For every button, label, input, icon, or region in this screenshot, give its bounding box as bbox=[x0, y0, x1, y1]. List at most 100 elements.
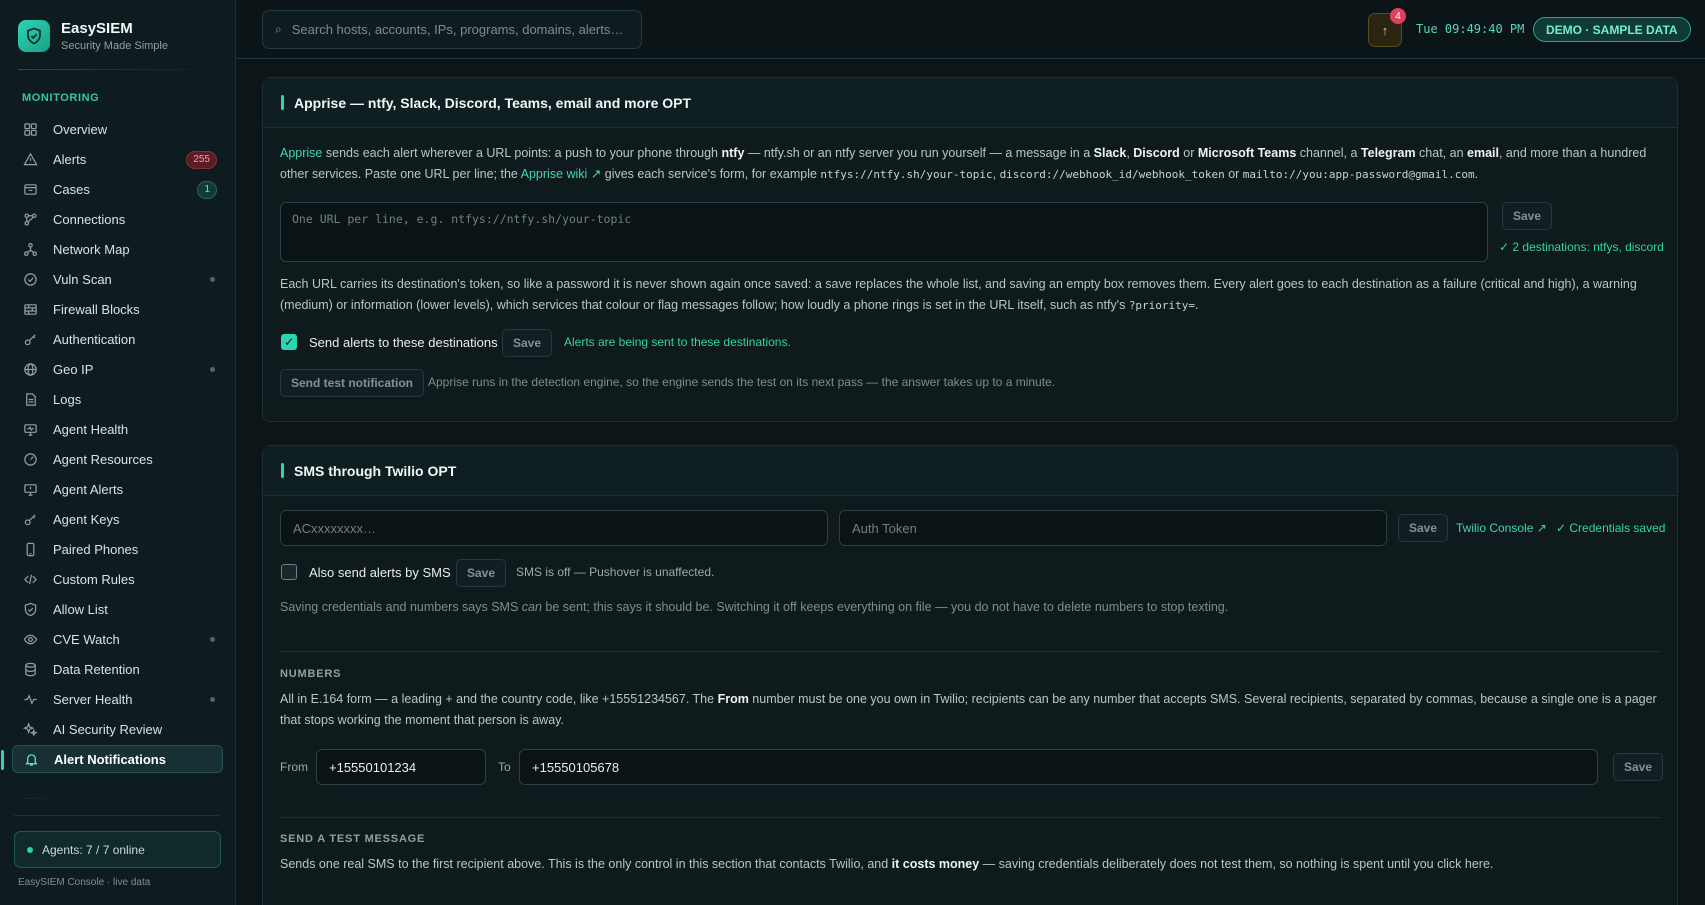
sidebar-item-connections[interactable]: Connections bbox=[12, 205, 223, 233]
sms-status: SMS is off — Pushover is unaffected. bbox=[516, 565, 715, 579]
credentials-save-button[interactable]: Save bbox=[1398, 514, 1449, 542]
sidebar-item-agent-alerts[interactable]: Agent Alerts bbox=[12, 475, 223, 503]
sidebar-item-firewall-blocks[interactable]: Firewall Blocks bbox=[12, 295, 223, 323]
sidebar-item-label: Agent Health bbox=[53, 421, 129, 437]
code-example: discord://webhook_id/webhook_token bbox=[999, 168, 1225, 181]
search-icon: ⌕ bbox=[275, 22, 282, 36]
text: . bbox=[1195, 298, 1199, 312]
sidebar-item-paired-phones[interactable]: Paired Phones bbox=[12, 535, 223, 563]
section-divider bbox=[280, 651, 1660, 652]
sidebar-item-alerts[interactable]: Alerts 255 bbox=[12, 145, 223, 173]
search-input[interactable]: ⌕ Search hosts, accounts, IPs, programs,… bbox=[262, 10, 642, 49]
sparkle-icon bbox=[22, 721, 39, 738]
send-alerts-label: Send alerts to these destinations bbox=[309, 335, 498, 350]
sidebar-item-custom-rules[interactable]: Custom Rules bbox=[12, 565, 223, 593]
send-alerts-save-button[interactable]: Save bbox=[502, 329, 553, 357]
nav-section-label: MONITORING bbox=[22, 92, 100, 104]
text: Telegram bbox=[1360, 146, 1416, 160]
document-icon bbox=[22, 391, 39, 408]
sidebar-item-logs[interactable]: Logs bbox=[12, 385, 223, 413]
text: or bbox=[1224, 167, 1243, 181]
send-alerts-checkbox[interactable]: ✓ bbox=[281, 334, 297, 350]
sidebar-item-label: Authentication bbox=[53, 331, 136, 347]
credentials-status: ✓ Credentials saved bbox=[1556, 521, 1666, 535]
demo-badge[interactable]: DEMO · SAMPLE DATA bbox=[1533, 17, 1691, 42]
twilio-header: SMS through Twilio OPT bbox=[263, 446, 1677, 496]
sidebar-item-label: Geo IP bbox=[53, 361, 94, 377]
text: — saving credentials deliberately does n… bbox=[979, 857, 1494, 871]
sidebar-item-cve-watch[interactable]: CVE Watch bbox=[12, 625, 223, 653]
sidebar-item-label: Overview bbox=[53, 121, 108, 137]
sidebar-item-label: Connections bbox=[53, 211, 126, 227]
phone-icon bbox=[22, 541, 39, 558]
text: Slack bbox=[1093, 146, 1127, 160]
apprise-link[interactable]: Apprise bbox=[280, 146, 322, 160]
section-divider bbox=[280, 817, 1660, 818]
text: Sends one real SMS to the first recipien… bbox=[280, 857, 892, 871]
text: From bbox=[717, 692, 749, 706]
account-sid-input[interactable]: ACxxxxxxxx… bbox=[280, 510, 828, 546]
agents-status-box[interactable]: Agents: 7 / 7 online bbox=[14, 831, 221, 868]
agents-status-text: Agents: 7 / 7 online bbox=[42, 842, 145, 857]
auth-token-input[interactable]: Auth Token bbox=[839, 510, 1387, 546]
sidebar-item-label: Alert Notifications bbox=[54, 751, 166, 767]
from-number-input[interactable]: +15550101234 bbox=[316, 749, 486, 785]
apprise-wiki-link[interactable]: Apprise wiki ↗ bbox=[521, 167, 602, 181]
numbers-save-button[interactable]: Save bbox=[1613, 753, 1664, 781]
textarea-placeholder: One URL per line, e.g. ntfys://ntfy.sh/y… bbox=[292, 212, 632, 226]
monitor-alert-icon bbox=[22, 481, 39, 498]
sidebar-item-ai-security-review[interactable]: AI Security Review bbox=[12, 715, 223, 743]
search-placeholder: Search hosts, accounts, IPs, programs, d… bbox=[291, 22, 624, 37]
sidebar-item-allow-list[interactable]: Allow List bbox=[12, 595, 223, 623]
sidebar-item-agent-keys[interactable]: Agent Keys bbox=[12, 505, 223, 533]
brand-divider bbox=[18, 69, 218, 70]
apprise-urls-textarea[interactable]: One URL per line, e.g. ntfys://ntfy.sh/y… bbox=[280, 202, 1488, 262]
text: be sent; this says it should be. Switchi… bbox=[541, 600, 1229, 614]
text: . bbox=[1474, 167, 1479, 181]
shield-icon bbox=[22, 601, 39, 618]
sidebar-item-network-map[interactable]: Network Map bbox=[12, 235, 223, 263]
database-icon bbox=[22, 661, 39, 678]
twilio-console-link[interactable]: Twilio Console ↗ bbox=[1456, 521, 1547, 535]
text: chat, an bbox=[1415, 146, 1468, 160]
sidebar-item-alert-notifications[interactable]: Alert Notifications bbox=[1, 745, 223, 773]
to-number-input[interactable]: +15550105678 bbox=[519, 749, 1598, 785]
numbers-heading: NUMBERS bbox=[280, 668, 342, 680]
code-example: ntfys://ntfy.sh/your-topic bbox=[820, 168, 993, 181]
text: — ntfy.sh or an ntfy server you run your… bbox=[744, 146, 1094, 160]
sidebar-divider bbox=[14, 815, 219, 816]
sidebar-item-label: Firewall Blocks bbox=[53, 301, 140, 317]
sidebar-item-label: Alerts bbox=[53, 151, 87, 167]
sidebar-item-agent-resources[interactable]: Agent Resources bbox=[12, 445, 223, 473]
alerts-count-badge: 255 bbox=[186, 151, 217, 169]
sidebar-scroll-fade: ········ bbox=[20, 793, 47, 804]
send-test-notification-button[interactable]: Send test notification bbox=[280, 369, 425, 397]
status-dot bbox=[210, 697, 215, 702]
status-dot bbox=[210, 277, 215, 282]
sidebar-nav: Overview Alerts 255 Cases 1 Connections Ne… bbox=[1, 115, 223, 775]
apprise-urls-save-button[interactable]: Save bbox=[1502, 202, 1553, 230]
sidebar-item-geo-ip[interactable]: Geo IP bbox=[12, 355, 223, 383]
sms-alerts-save-button[interactable]: Save bbox=[456, 559, 507, 587]
sidebar-item-data-retention[interactable]: Data Retention bbox=[12, 655, 223, 683]
text: can bbox=[521, 600, 542, 614]
sidebar-item-cases[interactable]: Cases 1 bbox=[12, 175, 223, 203]
text: channel, a bbox=[1296, 146, 1361, 160]
accent-bar bbox=[281, 95, 284, 110]
sidebar-item-vuln-scan[interactable]: Vuln Scan bbox=[12, 265, 223, 293]
sidebar-item-overview[interactable]: Overview bbox=[12, 115, 223, 143]
sidebar-item-label: Server Health bbox=[53, 691, 133, 707]
cases-count-badge: 1 bbox=[197, 181, 217, 199]
sidebar-item-authentication[interactable]: Authentication bbox=[12, 325, 223, 353]
code-example: mailto://you:app-password@gmail.com bbox=[1242, 168, 1475, 181]
text: Each URL carries its destination's token… bbox=[280, 277, 1637, 312]
sms-alerts-checkbox[interactable] bbox=[281, 564, 297, 580]
sidebar-item-server-health[interactable]: Server Health bbox=[12, 685, 223, 713]
apprise-card: Apprise — ntfy, Slack, Discord, Teams, e… bbox=[262, 77, 1678, 422]
firewall-icon bbox=[22, 301, 39, 318]
sidebar-item-label: Vuln Scan bbox=[53, 271, 112, 287]
sidebar-item-label: Cases bbox=[53, 181, 90, 197]
text: or bbox=[1179, 146, 1198, 160]
sidebar-item-agent-health[interactable]: Agent Health bbox=[12, 415, 223, 443]
brand[interactable]: EasySIEM Security Made Simple bbox=[18, 20, 168, 52]
